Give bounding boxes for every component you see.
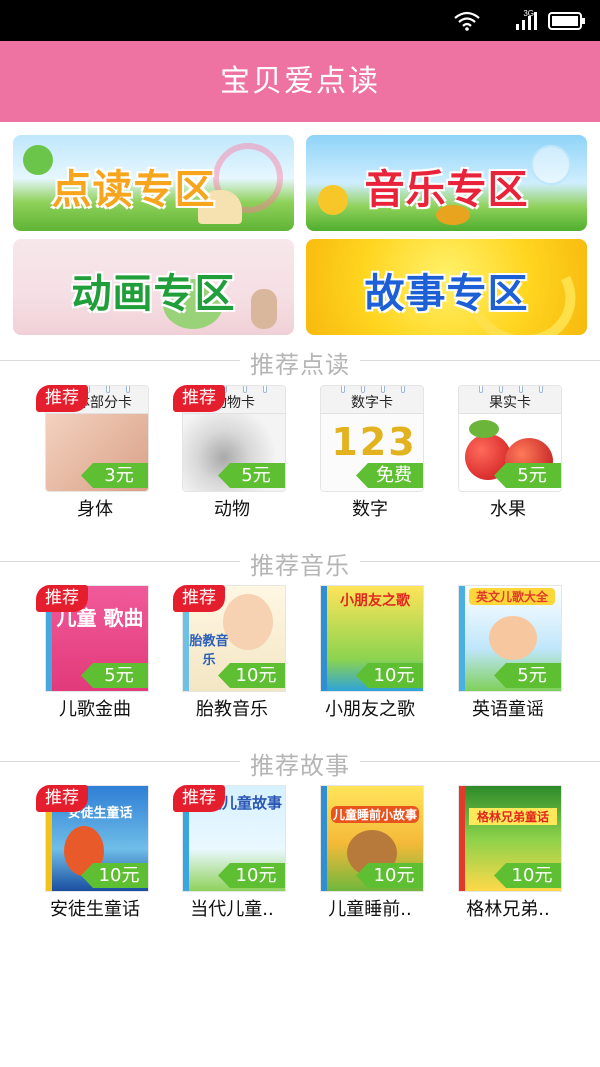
price-tag: 5元 <box>218 463 285 488</box>
divider <box>360 561 600 562</box>
item-label: 身体 <box>77 499 113 520</box>
battery-icon <box>548 11 586 31</box>
recommend-badge: 推荐 <box>173 385 225 412</box>
zone-label: 故事专区 <box>364 271 529 317</box>
price-tag: 免费 <box>356 463 423 488</box>
item-modern-stories[interactable]: 当代儿童故事 10元 推荐 当代儿童.. <box>167 785 297 935</box>
item-cover: 小朋友之歌 10元 <box>320 585 424 692</box>
divider <box>360 761 600 762</box>
section-title: 推荐故事 <box>250 752 350 780</box>
item-cover: 儿童睡前小故事 10元 <box>320 785 424 892</box>
price-tag: 10元 <box>218 863 285 888</box>
section-header-reading: 推荐点读 <box>0 345 600 379</box>
price-tag: 10元 <box>81 863 148 888</box>
item-english-songs[interactable]: 英文儿歌大全 5元 英语童谣 <box>443 585 573 735</box>
item-label: 水果 <box>490 499 526 520</box>
price-tag: 3元 <box>81 463 148 488</box>
item-prenatal-music[interactable]: 胎教音乐 10元 推荐 胎教音乐 <box>167 585 297 735</box>
section-header-music: 推荐音乐 <box>0 546 600 580</box>
item-cover: 英文儿歌大全 5元 <box>458 585 562 692</box>
zone-reading-banner[interactable]: 点读专区 <box>13 135 294 231</box>
recommend-badge: 推荐 <box>173 585 225 612</box>
price-tag: 10元 <box>218 663 285 688</box>
item-cover: 数字卡 123 免费 <box>320 385 424 492</box>
zone-animation-banner[interactable]: 动画专区 <box>13 239 294 335</box>
item-label: 小朋友之歌 <box>325 699 415 720</box>
cover-text: 英文儿歌大全 <box>469 588 555 605</box>
item-label: 英语童谣 <box>472 699 544 720</box>
cover-text: 格林兄弟童话 <box>469 808 557 825</box>
item-label: 儿歌金曲 <box>59 699 131 720</box>
price-tag: 10元 <box>356 863 423 888</box>
cover-text: 胎教音乐 <box>189 634 229 668</box>
item-label: 安徒生童话 <box>50 899 140 920</box>
recommend-badge: 推荐 <box>173 785 225 812</box>
section-title: 推荐点读 <box>250 351 350 379</box>
item-children-songs[interactable]: 儿童 歌曲 5元 推荐 儿歌金曲 <box>30 585 160 735</box>
item-animal-card[interactable]: 动物卡 5元 推荐 动物 <box>167 385 297 535</box>
cover-text: 果实卡 <box>489 395 531 411</box>
section-header-story: 推荐故事 <box>0 746 600 780</box>
section-title: 推荐音乐 <box>250 552 350 580</box>
page-title: 宝贝爱点读 <box>220 64 380 99</box>
recommend-badge: 推荐 <box>36 785 88 812</box>
item-grimm-tales[interactable]: 格林兄弟童话 10元 格林兄弟.. <box>443 785 573 935</box>
price-tag: 5元 <box>81 663 148 688</box>
price-tag: 10元 <box>494 863 561 888</box>
cover-text: 小朋友之歌 <box>340 593 410 609</box>
item-number-card[interactable]: 数字卡 123 免费 数字 <box>305 385 435 535</box>
price-tag: 10元 <box>356 663 423 688</box>
price-tag: 5元 <box>494 663 561 688</box>
zone-label: 点读专区 <box>51 167 216 213</box>
item-label: 当代儿童.. <box>190 899 274 920</box>
item-fruit-card[interactable]: 果实卡 5元 水果 <box>443 385 573 535</box>
zone-label: 音乐专区 <box>364 167 529 213</box>
zone-music-banner[interactable]: 音乐专区 <box>306 135 587 231</box>
status-bar: 3G <box>0 0 600 41</box>
item-cover: 果实卡 5元 <box>458 385 562 492</box>
item-cover: 格林兄弟童话 10元 <box>458 785 562 892</box>
item-label: 动物 <box>214 499 250 520</box>
divider <box>360 360 600 361</box>
item-body-card[interactable]: 身体部分卡 3元 推荐 身体 <box>30 385 160 535</box>
cover-text: 儿童睡前小故事 <box>331 806 419 823</box>
zone-story-banner[interactable]: 故事专区 <box>306 239 587 335</box>
cover-big-number: 123 <box>331 420 417 464</box>
price-tag: 5元 <box>494 463 561 488</box>
cover-text: 数字卡 <box>351 395 393 411</box>
item-andersen-tales[interactable]: 安徒生童话 10元 推荐 安徒生童话 <box>30 785 160 935</box>
item-label: 儿童睡前.. <box>328 899 412 920</box>
item-label: 胎教音乐 <box>196 699 268 720</box>
wifi-icon <box>454 11 480 31</box>
recommend-badge: 推荐 <box>36 385 88 412</box>
app-header: 宝贝爱点读 <box>0 41 600 122</box>
item-bedtime-stories[interactable]: 儿童睡前小故事 10元 儿童睡前.. <box>305 785 435 935</box>
signal-icon <box>514 11 538 31</box>
zone-label: 动画专区 <box>71 271 236 317</box>
item-label: 数字 <box>352 499 388 520</box>
item-label: 格林兄弟.. <box>466 899 550 920</box>
recommend-badge: 推荐 <box>36 585 88 612</box>
item-kids-song[interactable]: 小朋友之歌 10元 小朋友之歌 <box>305 585 435 735</box>
